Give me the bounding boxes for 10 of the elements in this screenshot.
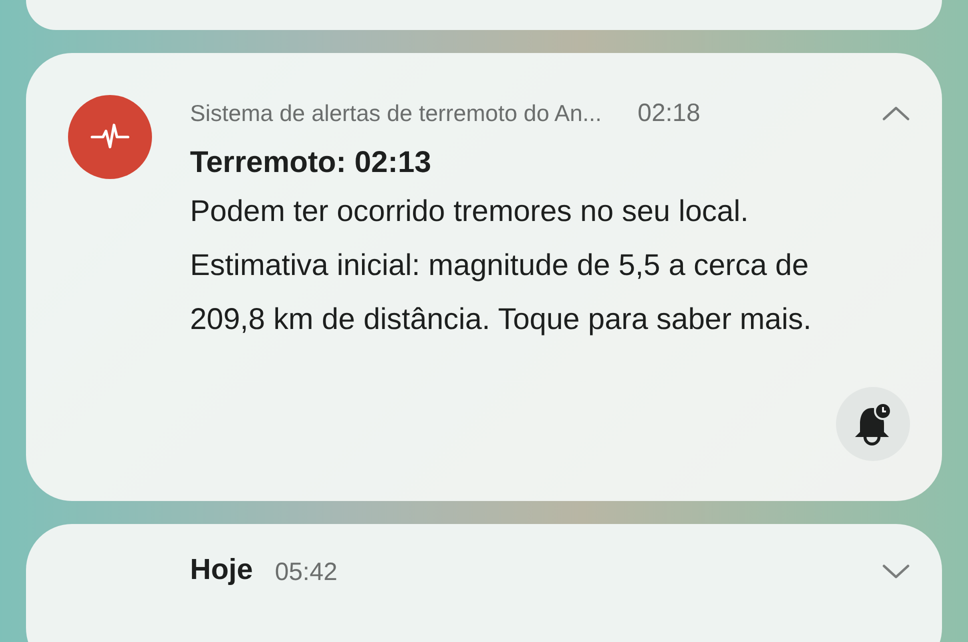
expand-icon[interactable] [882,564,910,580]
notification-title: Hoje [190,554,253,586]
notification-title: Terremoto: 02:13 [190,145,432,181]
notification-body: Podem ter ocorrido tremores no seu local. Estimativa inicial: magnitude de 5,5 a cerca de 209,8 km de distância. Toque para saber mais. [190,194,812,338]
notification-card[interactable]: Hoje 05:42 [26,524,942,642]
collapse-icon[interactable] [882,105,910,121]
notification-card[interactable]: Sistema de alertas de terremoto do An... 02:18 Terremoto: 02:13 Podem ter ocorrido tremores no seu local. Estimativa inicial: magnitude de 5,5 a cerca de 209,8 km de distância. Toque para saber mais. [26,53,942,501]
notification-time: 02:18 [638,98,700,128]
notification-time: 05:42 [274,558,338,586]
app-name: Sistema de alertas de terremoto do An... [190,100,602,126]
